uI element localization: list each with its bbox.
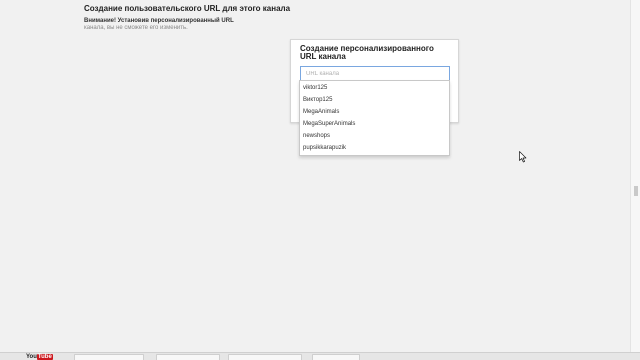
warning-line2: канала, вы не сможете его изменить. <box>84 25 188 31</box>
footer-country-button[interactable] <box>156 354 220 360</box>
footer-safety-button[interactable] <box>228 354 302 360</box>
page: Создание пользовательского URL для этого… <box>0 0 640 360</box>
mouse-cursor-icon <box>519 151 527 163</box>
suggestion-item[interactable]: pupsikkarapuzik <box>300 142 449 154</box>
suggestion-item[interactable]: MegaAnimals <box>300 106 449 118</box>
scrollbar[interactable] <box>630 0 640 352</box>
logo-tube: Tube <box>36 354 53 360</box>
channel-url-input[interactable] <box>300 66 450 81</box>
footer-bar: YouTube <box>0 352 640 360</box>
dialog-title: Создание персонализированного URL канала <box>300 44 434 61</box>
warning-label: Внимание! Установив персонализированный … <box>84 18 234 24</box>
suggestion-item[interactable]: viktor125 <box>300 82 449 94</box>
footer-language-button[interactable] <box>74 354 144 360</box>
suggestion-item[interactable]: MegaSuperAnimals <box>300 118 449 130</box>
warning-text: Внимание! Установив персонализированный … <box>84 18 284 32</box>
scrollbar-thumb[interactable] <box>634 186 638 196</box>
suggestion-item[interactable]: newshops <box>300 130 449 142</box>
youtube-logo[interactable]: YouTube <box>26 354 53 360</box>
suggestion-item[interactable]: Виктор125 <box>300 94 449 106</box>
footer-history-button[interactable] <box>312 354 360 360</box>
logo-you: You <box>26 354 37 360</box>
url-suggestions-dropdown: viktor125 Виктор125 MegaAnimals MegaSupe… <box>299 80 450 156</box>
page-heading: Создание пользовательского URL для этого… <box>84 4 291 13</box>
